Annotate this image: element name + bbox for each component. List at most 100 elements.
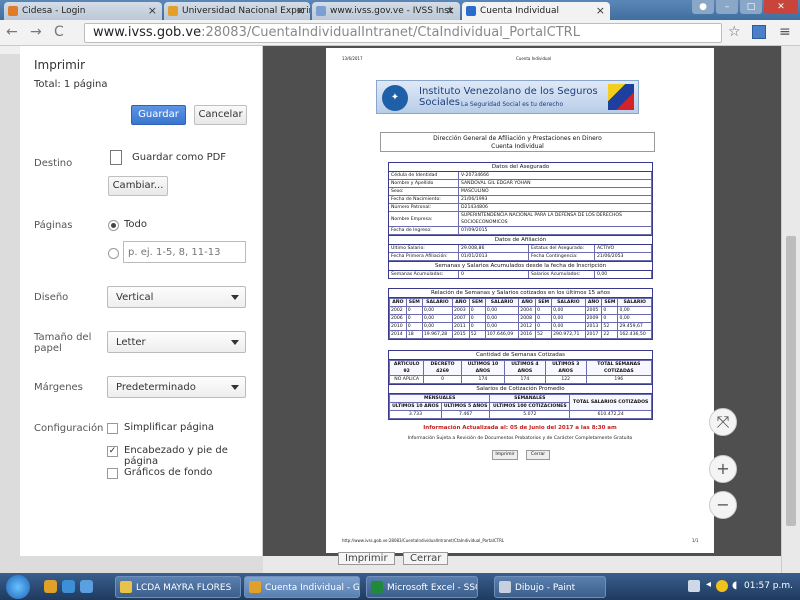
print-title: Imprimir xyxy=(34,58,86,72)
close-icon[interactable]: × xyxy=(596,4,605,17)
zoom-out-icon[interactable]: − xyxy=(709,491,737,519)
task-lcda-mayra[interactable]: LCDA MAYRA FLORES xyxy=(115,576,241,598)
table-header: ARTICULO 92 DECRETO 4269 ULTIMOS 10 AÑOS UL… xyxy=(388,360,653,376)
relacion-title: Relación de Semanas y Salarios cotizados… xyxy=(389,289,652,298)
keyboard-icon[interactable] xyxy=(688,580,700,592)
table-row: 2002 0 0,00 2003 0 0,00 2004 0 0,00 2005 0 0,00 xyxy=(389,306,652,315)
paint-icon xyxy=(499,581,511,593)
row-semanas: Semanas Acumuladas: 0 Salarios Acumulados:… xyxy=(389,271,652,278)
cancel-button[interactable]: Cancelar xyxy=(194,105,247,125)
tab-cuenta-individual[interactable]: Cuenta Individual × xyxy=(462,2,610,20)
underlying-page-buttons: Imprimir Cerrar xyxy=(263,552,781,573)
close-icon[interactable]: × xyxy=(446,4,455,17)
cantidad-title: Cantidad de Semanas Cotizadas xyxy=(389,351,652,360)
menu-icon[interactable]: ≡ xyxy=(779,24,791,40)
task-chrome[interactable]: Cuenta Individual - Go... xyxy=(244,576,360,598)
margins-select[interactable]: Predeterminado xyxy=(107,376,246,398)
row-sexo: Sexo: MASCULINO xyxy=(389,188,652,196)
asegurado-title: Datos del Asegurado xyxy=(389,163,652,172)
radio-all[interactable] xyxy=(108,220,119,231)
table-row: 2006 0 0,00 2007 0 0,00 2008 0 0,00 2009 0 0,00 xyxy=(389,314,652,323)
tab-universidad[interactable]: Universidad Nacional Experim × xyxy=(164,2,310,20)
tab-ivss-inst[interactable]: www.ivss.gov.ve - IVSS Inst × xyxy=(312,2,460,20)
radio-range[interactable] xyxy=(108,248,119,259)
folder-icon xyxy=(120,581,132,593)
page-icon xyxy=(8,6,18,16)
save-button[interactable]: Guardar xyxy=(131,105,186,125)
semanas-title: Semanas y Salarios Acumulados desde la f… xyxy=(389,261,652,271)
header-footer-checkbox[interactable]: ✓ xyxy=(107,446,118,457)
doc-close-button[interactable]: Cerrar xyxy=(526,450,550,460)
page-icon xyxy=(316,6,326,16)
print-total: Total: 1 página xyxy=(34,79,108,90)
address-bar: ← → C www.ivss.gob.ve:28083/CuentaIndivi… xyxy=(0,20,800,46)
row-empresa: Nombre Empresa: SUPERINTENDENCIA NACIONAL… xyxy=(389,212,652,227)
tab-cidesa-login[interactable]: Cidesa - Login × xyxy=(4,2,162,20)
ie-icon[interactable] xyxy=(62,580,75,593)
table-row: NO APLICA 0 174 174 122 196 xyxy=(388,375,653,384)
window-close-icon[interactable]: ✕ xyxy=(764,0,798,14)
url-input[interactable]: www.ivss.gob.ve:28083/CuentaIndividualIn… xyxy=(84,23,722,43)
ivss-logo-icon: ✦ xyxy=(382,85,408,111)
forward-icon[interactable]: → xyxy=(30,24,42,40)
cantidad-table: ARTICULO 92 DECRETO 4269 ULTIMOS 10 AÑOS UL… xyxy=(388,360,653,384)
background-graphics-checkbox[interactable] xyxy=(107,468,118,479)
clock[interactable]: 01:57 p.m. xyxy=(744,581,793,591)
change-button[interactable]: Cambiar... xyxy=(108,176,168,196)
main-title: Dirección General de Afiliación y Presta… xyxy=(380,132,655,152)
start-icon[interactable] xyxy=(6,575,30,599)
page-range-input[interactable] xyxy=(123,241,246,263)
afiliacion-title: Datos de Afiliación xyxy=(389,235,652,245)
doc-print-button[interactable]: Imprimir xyxy=(492,450,518,460)
table-row: 2010 0 0,00 2011 0 0,00 2012 0 0,00 2013 52 29.459,… xyxy=(389,322,652,331)
background-graphics-label: Gráficos de fondo xyxy=(124,467,213,478)
excel-icon xyxy=(371,581,383,593)
volume-icon[interactable]: ◖ xyxy=(732,580,737,591)
underlying-print-button[interactable]: Imprimir xyxy=(338,552,395,565)
promedio-title: Salarios de Cotización Promedio xyxy=(389,384,652,394)
chevron-down-icon xyxy=(231,340,239,345)
footer-page: 1/1 xyxy=(692,538,699,543)
task-paint[interactable]: Dibujo - Paint xyxy=(494,576,606,598)
extension-icon[interactable] xyxy=(752,25,766,39)
fit-page-icon[interactable]: ⤧ xyxy=(709,408,737,436)
minimize-icon[interactable]: – xyxy=(716,0,738,14)
row-salario: Ultimo Salario: 29.008,86 Estatus del Aseg… xyxy=(389,245,652,253)
tray-arrow-icon[interactable]: ◂ xyxy=(706,579,711,590)
underlying-close-button[interactable]: Cerrar xyxy=(403,552,449,565)
chrome-icon xyxy=(249,581,261,593)
all-label: Todo xyxy=(124,219,147,230)
paper-select[interactable]: Letter xyxy=(107,331,246,353)
page-header-date: 13/6/2017 xyxy=(342,56,363,61)
star-icon[interactable]: ☆ xyxy=(728,24,741,40)
simplify-label: Simplificar página xyxy=(124,422,215,433)
relacion-table: AÑO SEM SALARIO AÑO SEM SALARIO AÑO SEM SALARIO A… xyxy=(389,298,652,339)
maximize-icon[interactable]: □ xyxy=(740,0,762,14)
promedio-table: MENSUALES SEMANALES TOTAL SALARIOS COTIZAD… xyxy=(388,394,652,419)
row-afiliacion: Fecha Primera Afiliación: 01/01/2013 Fecha… xyxy=(389,253,652,261)
scrollbar-thumb[interactable] xyxy=(786,236,796,526)
layout-select[interactable]: Vertical xyxy=(107,286,246,308)
config-label: Configuración xyxy=(34,423,104,434)
zoom-in-icon[interactable]: + xyxy=(709,455,737,483)
reload-icon[interactable]: C xyxy=(54,24,64,40)
scrollbar[interactable] xyxy=(781,46,800,573)
close-icon[interactable]: × xyxy=(148,4,157,17)
close-icon[interactable]: × xyxy=(296,4,305,17)
footer-url: http://www.ivss.gob.ve:28083/CuentaIndiv… xyxy=(342,538,505,543)
table-row: 3.733 7.467 5.072 610.472,24 xyxy=(389,410,652,419)
page-header-title: Cuenta Individual xyxy=(516,56,552,61)
table-row: 2014 18 19.967,28 2015 52 107.646,09 2016 52 290… xyxy=(389,330,652,339)
row-nacimiento: Fecha de Nacimiento: 21/06/1993 xyxy=(389,196,652,204)
page-icon xyxy=(466,6,476,16)
desktop-icon[interactable] xyxy=(80,580,93,593)
back-icon[interactable]: ← xyxy=(6,24,18,40)
banner-subtitle: La Seguridad Social es tu derecho xyxy=(461,101,564,108)
simplify-checkbox[interactable] xyxy=(107,423,118,434)
chrome-icon[interactable] xyxy=(44,580,57,593)
task-excel[interactable]: Microsoft Excel - SSO xyxy=(366,576,478,598)
taskbar: LCDA MAYRA FLORES Cuenta Individual - Go… xyxy=(0,573,800,600)
user-icon[interactable]: ● xyxy=(692,0,714,14)
flag-icon xyxy=(608,84,634,110)
notification-icon[interactable] xyxy=(716,580,728,592)
